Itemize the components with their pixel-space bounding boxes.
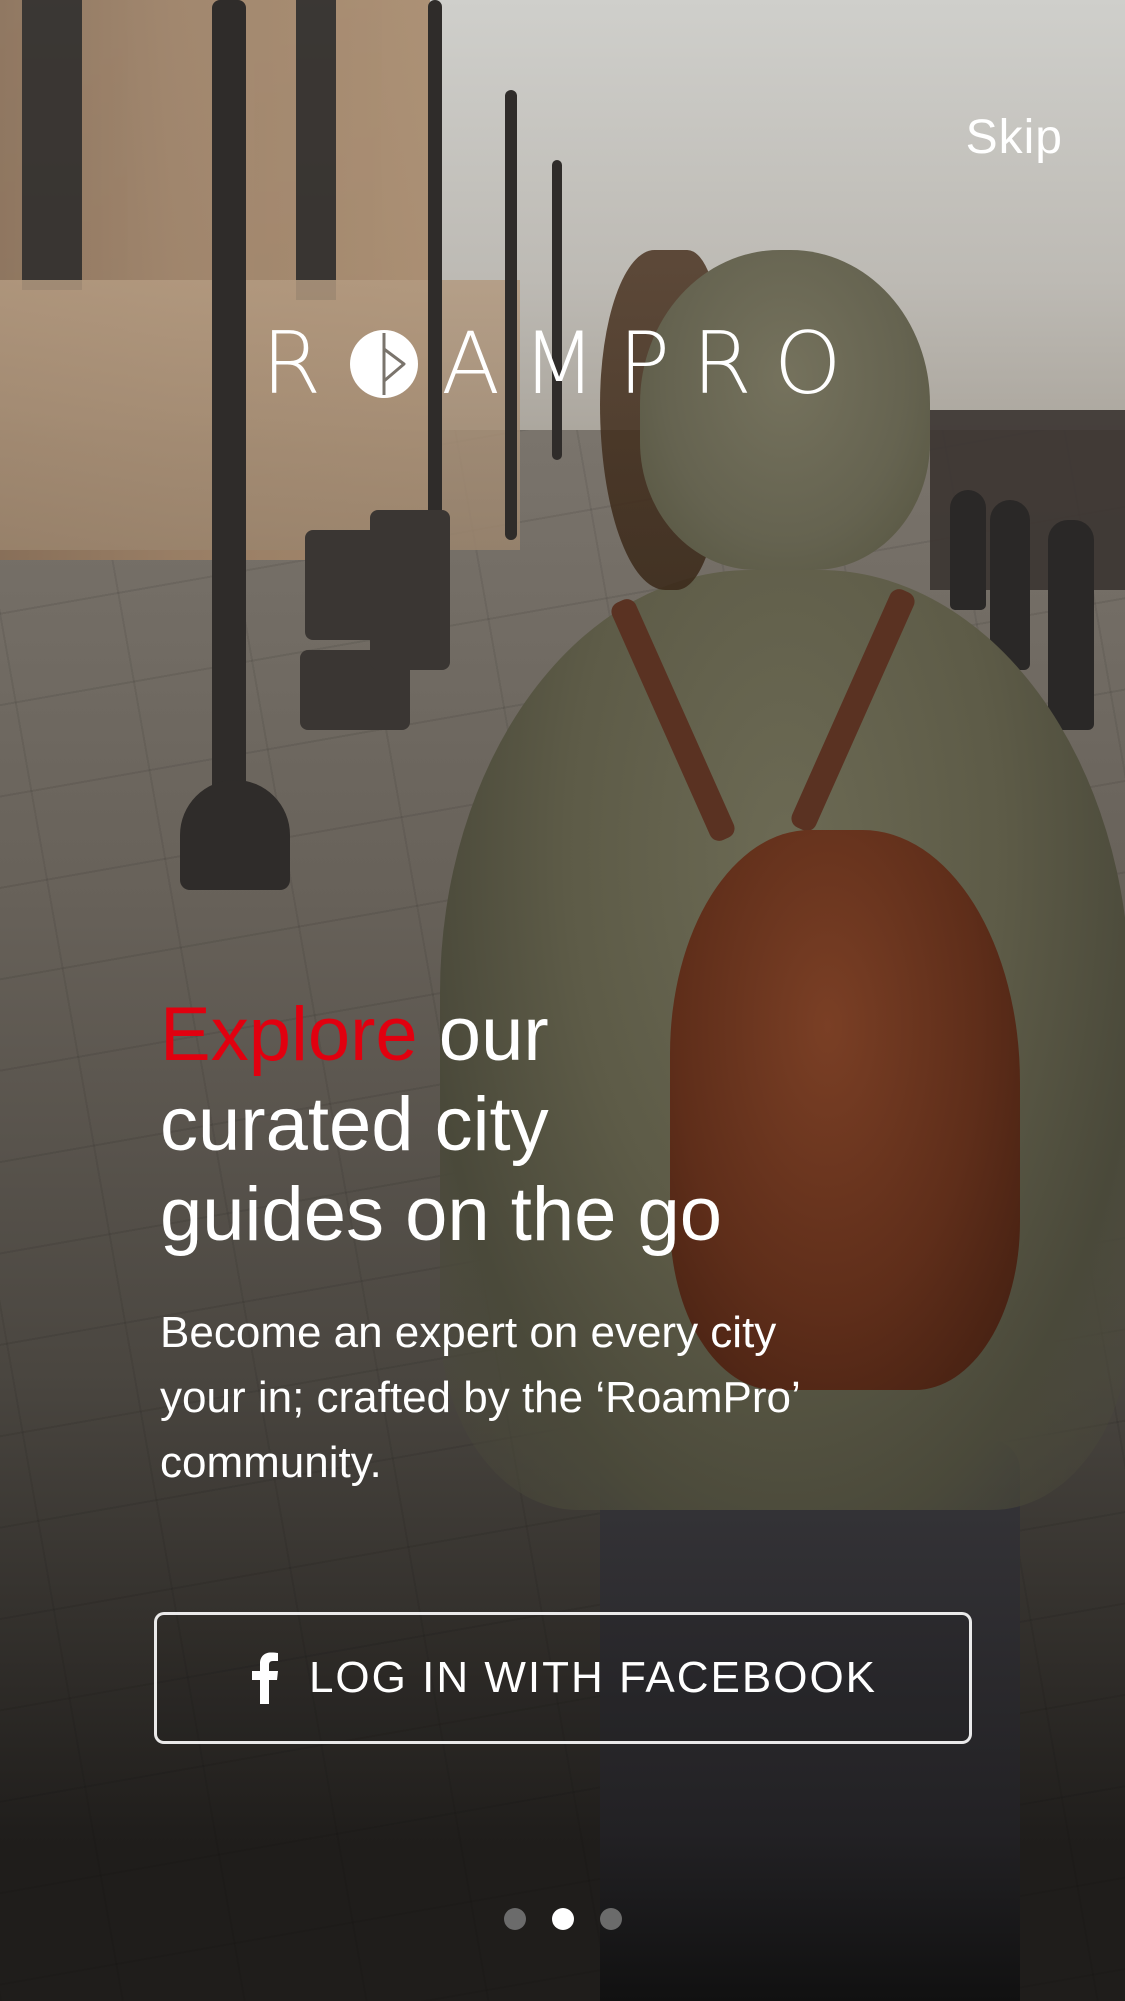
headline-line-3: guides on the go	[160, 1172, 723, 1257]
onboarding-screen: Skip R AMPRO Explore our curated city gu…	[0, 0, 1125, 2001]
headline-line-2: curated city	[160, 1082, 549, 1167]
headline-line-1: our	[417, 992, 549, 1077]
page-dot-3[interactable]	[599, 1908, 622, 1930]
skip-button[interactable]: Skip	[966, 110, 1063, 165]
facebook-icon	[251, 1652, 278, 1704]
roampro-logo: R AMPRO	[0, 314, 1125, 414]
facebook-login-label: LOG IN WITH FACEBOOK	[308, 1653, 878, 1702]
page-dot-2-active[interactable]	[551, 1908, 574, 1930]
logo-text-end: AMPRO	[441, 314, 864, 414]
description-line-2: your in; crafted by the ‘RoamPro’	[160, 1373, 801, 1422]
lamp-post	[212, 0, 246, 860]
page-dot-1[interactable]	[503, 1908, 526, 1930]
facebook-login-button[interactable]: LOG IN WITH FACEBOOK	[154, 1612, 972, 1744]
onboarding-description: Become an expert on every city your in; …	[160, 1300, 940, 1495]
description-line-1: Become an expert on every city	[160, 1308, 777, 1357]
onboarding-headline: Explore our curated city guides on the g…	[160, 990, 920, 1260]
roampro-compass-logo-icon	[350, 330, 419, 398]
page-indicator	[0, 1908, 1125, 1932]
logo-text-start: R	[261, 314, 344, 414]
headline-accent: Explore	[160, 992, 418, 1077]
description-line-3: community.	[160, 1438, 382, 1487]
